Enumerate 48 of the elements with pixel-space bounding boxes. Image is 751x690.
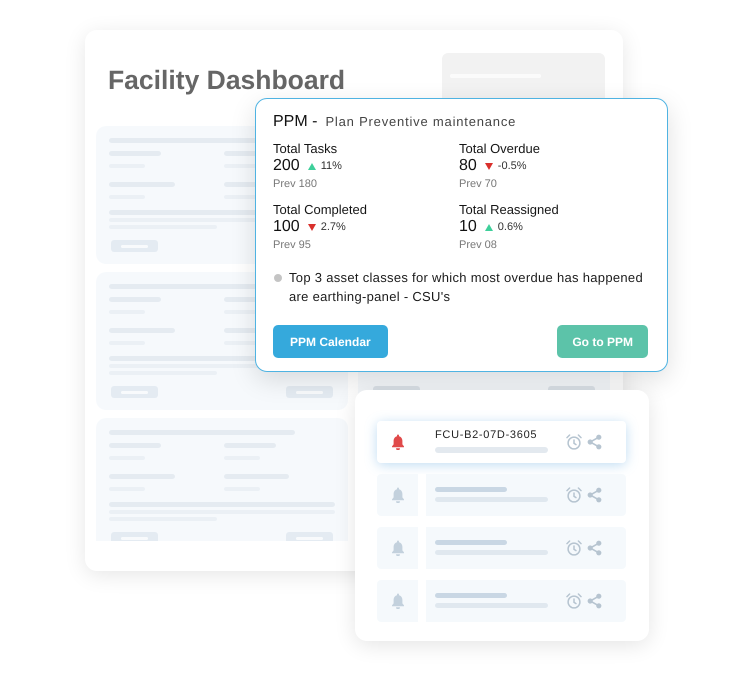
stat-label: Total Reassigned: [459, 202, 559, 218]
alert-row[interactable]: [377, 580, 626, 622]
alert-row[interactable]: FCU-B2-07D-3605: [377, 421, 626, 463]
alert-code: FCU-B2-07D-3605: [435, 428, 538, 442]
stat-label: Total Overdue: [459, 141, 540, 157]
triangle-up-icon: [308, 162, 316, 170]
share-icon[interactable]: [587, 434, 602, 450]
insight-text: Top 3 asset classes for which most overdue has happened are earthing-panel - CSU's: [289, 269, 644, 306]
stat-change: 2.7%: [320, 220, 346, 234]
stat-change: -0.5%: [498, 159, 527, 173]
alarm-clock-icon[interactable]: [566, 540, 582, 556]
stat-change: 0.6%: [498, 220, 523, 234]
skeleton-line: [435, 487, 507, 492]
share-icon[interactable]: [587, 593, 602, 609]
alert-row[interactable]: [377, 527, 626, 569]
bell-icon: [392, 540, 404, 556]
share-icon[interactable]: [587, 487, 602, 503]
bell-icon: [392, 434, 404, 450]
card-subtitle: Plan Preventive maintenance: [325, 113, 516, 131]
card-title: PPM -: [273, 112, 318, 132]
primary-button[interactable]: PPM Calendar: [273, 325, 388, 358]
dashboard-title: Facility Dashboard: [108, 64, 346, 96]
alarm-clock-icon[interactable]: [566, 434, 582, 450]
stat-value: 10: [459, 218, 477, 236]
previous-value: Prev 70: [459, 177, 497, 191]
triangle-down-icon: [308, 224, 316, 230]
alarm-clock-icon[interactable]: [566, 487, 582, 503]
bullet-icon: [274, 274, 282, 282]
stat-value: 200: [273, 157, 300, 175]
skeleton-line: [435, 540, 507, 545]
share-icon[interactable]: [587, 540, 602, 556]
triangle-up-icon: [484, 224, 493, 230]
alert-row[interactable]: [377, 474, 626, 516]
bell-icon: [392, 593, 404, 609]
previous-value: Prev 180: [273, 177, 318, 191]
stat-label: Total Tasks: [273, 141, 338, 157]
secondary-button[interactable]: Go to PPM: [557, 325, 648, 358]
stat-value: 100: [273, 218, 300, 236]
triangle-down-icon: [484, 162, 493, 170]
stat-value: 80: [459, 157, 477, 175]
skeleton-pill: [286, 386, 333, 398]
alarm-clock-icon[interactable]: [566, 593, 582, 609]
skeleton-line: [435, 593, 507, 598]
previous-value: Prev 95: [273, 238, 311, 252]
stat-label: Total Completed: [273, 202, 367, 218]
stat-change: 11%: [320, 159, 342, 173]
bell-icon: [392, 487, 404, 503]
previous-value: Prev 08: [459, 238, 497, 252]
